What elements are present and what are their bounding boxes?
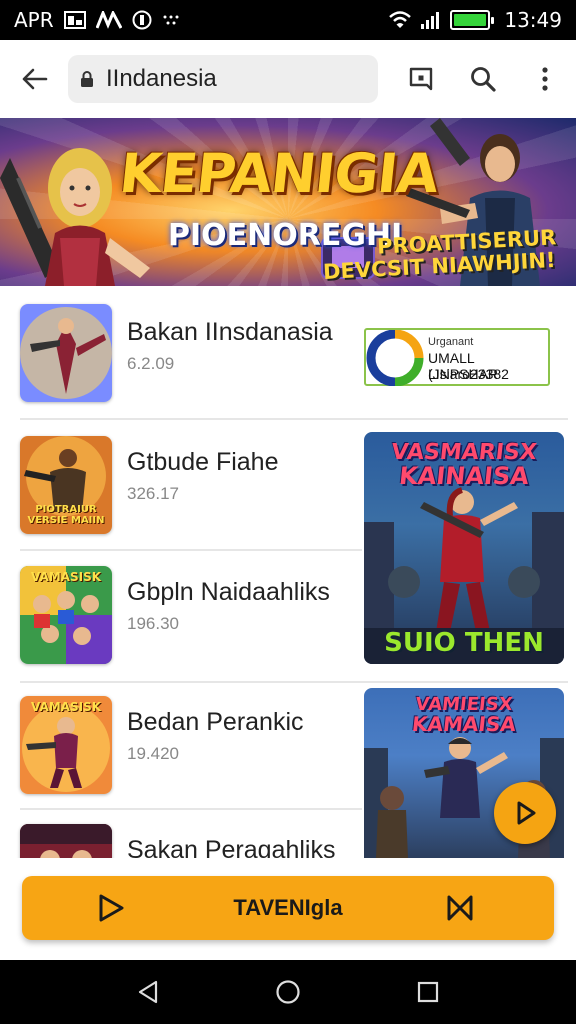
battery-icon xyxy=(450,10,495,30)
back-triangle-icon xyxy=(138,980,158,1004)
promo-title-2: KAINAISA xyxy=(397,462,531,490)
more-vert-icon xyxy=(542,67,548,91)
clock: 13:49 xyxy=(504,8,562,32)
app-icon xyxy=(20,304,112,402)
sponsor-logo-icon xyxy=(366,330,424,386)
dots-icon xyxy=(162,14,180,26)
app-toolbar: IIndanesia xyxy=(0,40,576,118)
search-icon xyxy=(471,67,496,92)
app-name: Bakan IInsdanasia xyxy=(127,318,333,346)
list-item[interactable]: Sakan Peragahliks xyxy=(0,810,576,858)
app-logo-icon xyxy=(95,11,122,29)
app-name: Bedan Perankic xyxy=(127,708,304,736)
app-version: 326.17 xyxy=(127,484,179,503)
home-circle-icon xyxy=(276,980,300,1004)
app-icon: VAMASISK xyxy=(20,566,112,664)
promo-title-2: KAMAISA xyxy=(410,712,518,736)
banner-subtitle: PIOENOREGHI xyxy=(168,218,403,253)
search-query: IIndanesia xyxy=(106,65,217,92)
nav-recents-button[interactable] xyxy=(408,972,448,1012)
play-icon xyxy=(517,801,536,825)
wifi-icon xyxy=(388,10,412,30)
share-box-button[interactable] xyxy=(390,40,452,118)
list-item[interactable]: VAMASISK Gbpln Naidaahliks 196.30 xyxy=(0,550,576,683)
search-button[interactable] xyxy=(452,40,514,118)
list-item[interactable]: Bakan IInsdanasia 6.2.09 Urganant UMALL … xyxy=(0,286,576,420)
sponsor-line-3: (Jsiaro23382 xyxy=(428,366,509,382)
app-list: Bakan IInsdanasia 6.2.09 Urganant UMALL … xyxy=(0,286,576,858)
app-version: 6.2.09 xyxy=(127,354,175,373)
app-name: Sakan Peragahliks xyxy=(127,836,336,858)
sponsor-card[interactable]: Urganant UMALL LINPSHAR (Jsiaro23382 xyxy=(364,328,550,386)
carrier-label: APR xyxy=(14,8,54,32)
action-label: TAVENIgla xyxy=(233,895,343,920)
play-fab-button[interactable] xyxy=(494,782,556,844)
app-icon: PIOTRAIUR VERSIE MAIIN xyxy=(20,436,112,534)
more-options-button[interactable] xyxy=(514,40,576,118)
recents-square-icon xyxy=(417,981,439,1003)
app-version: 19.420 xyxy=(127,744,179,763)
app-icon-caption: VAMASISK xyxy=(30,570,102,584)
app-icon-caption: PIOTRAIUR VERSIE MAIIN xyxy=(27,504,105,526)
system-nav-bar xyxy=(0,960,576,1024)
back-arrow-icon xyxy=(22,68,48,90)
bowtie-icon xyxy=(447,895,473,921)
app-icon xyxy=(20,824,112,858)
sponsor-line-1: Urganant xyxy=(428,336,474,348)
app-name: Gbpln Naidaahliks xyxy=(127,578,330,606)
share-box-icon xyxy=(409,67,433,91)
nav-home-button[interactable] xyxy=(268,972,308,1012)
app-icon-caption: VAMASISK xyxy=(30,700,102,714)
app-icon: VAMASISK xyxy=(20,696,112,794)
lock-icon xyxy=(81,71,93,87)
nav-back-button[interactable] xyxy=(128,972,168,1012)
signal-icon xyxy=(420,10,442,30)
primary-action-button[interactable]: TAVENIgla xyxy=(22,876,554,940)
promo-banner[interactable]: KEPANIGIA PIOENOREGHI PROATTISERUR DEVCS… xyxy=(0,118,576,286)
app-name: Gtbude Fiahe xyxy=(127,448,279,476)
search-field[interactable]: IIndanesia xyxy=(68,55,378,103)
app-version: 196.30 xyxy=(127,614,179,633)
banner-title: KEPANIGIA xyxy=(116,142,441,205)
gallery-icon xyxy=(63,11,86,29)
back-button[interactable] xyxy=(0,40,68,118)
alert-circle-icon xyxy=(132,10,152,30)
status-bar: APR 13:49 xyxy=(0,0,576,40)
